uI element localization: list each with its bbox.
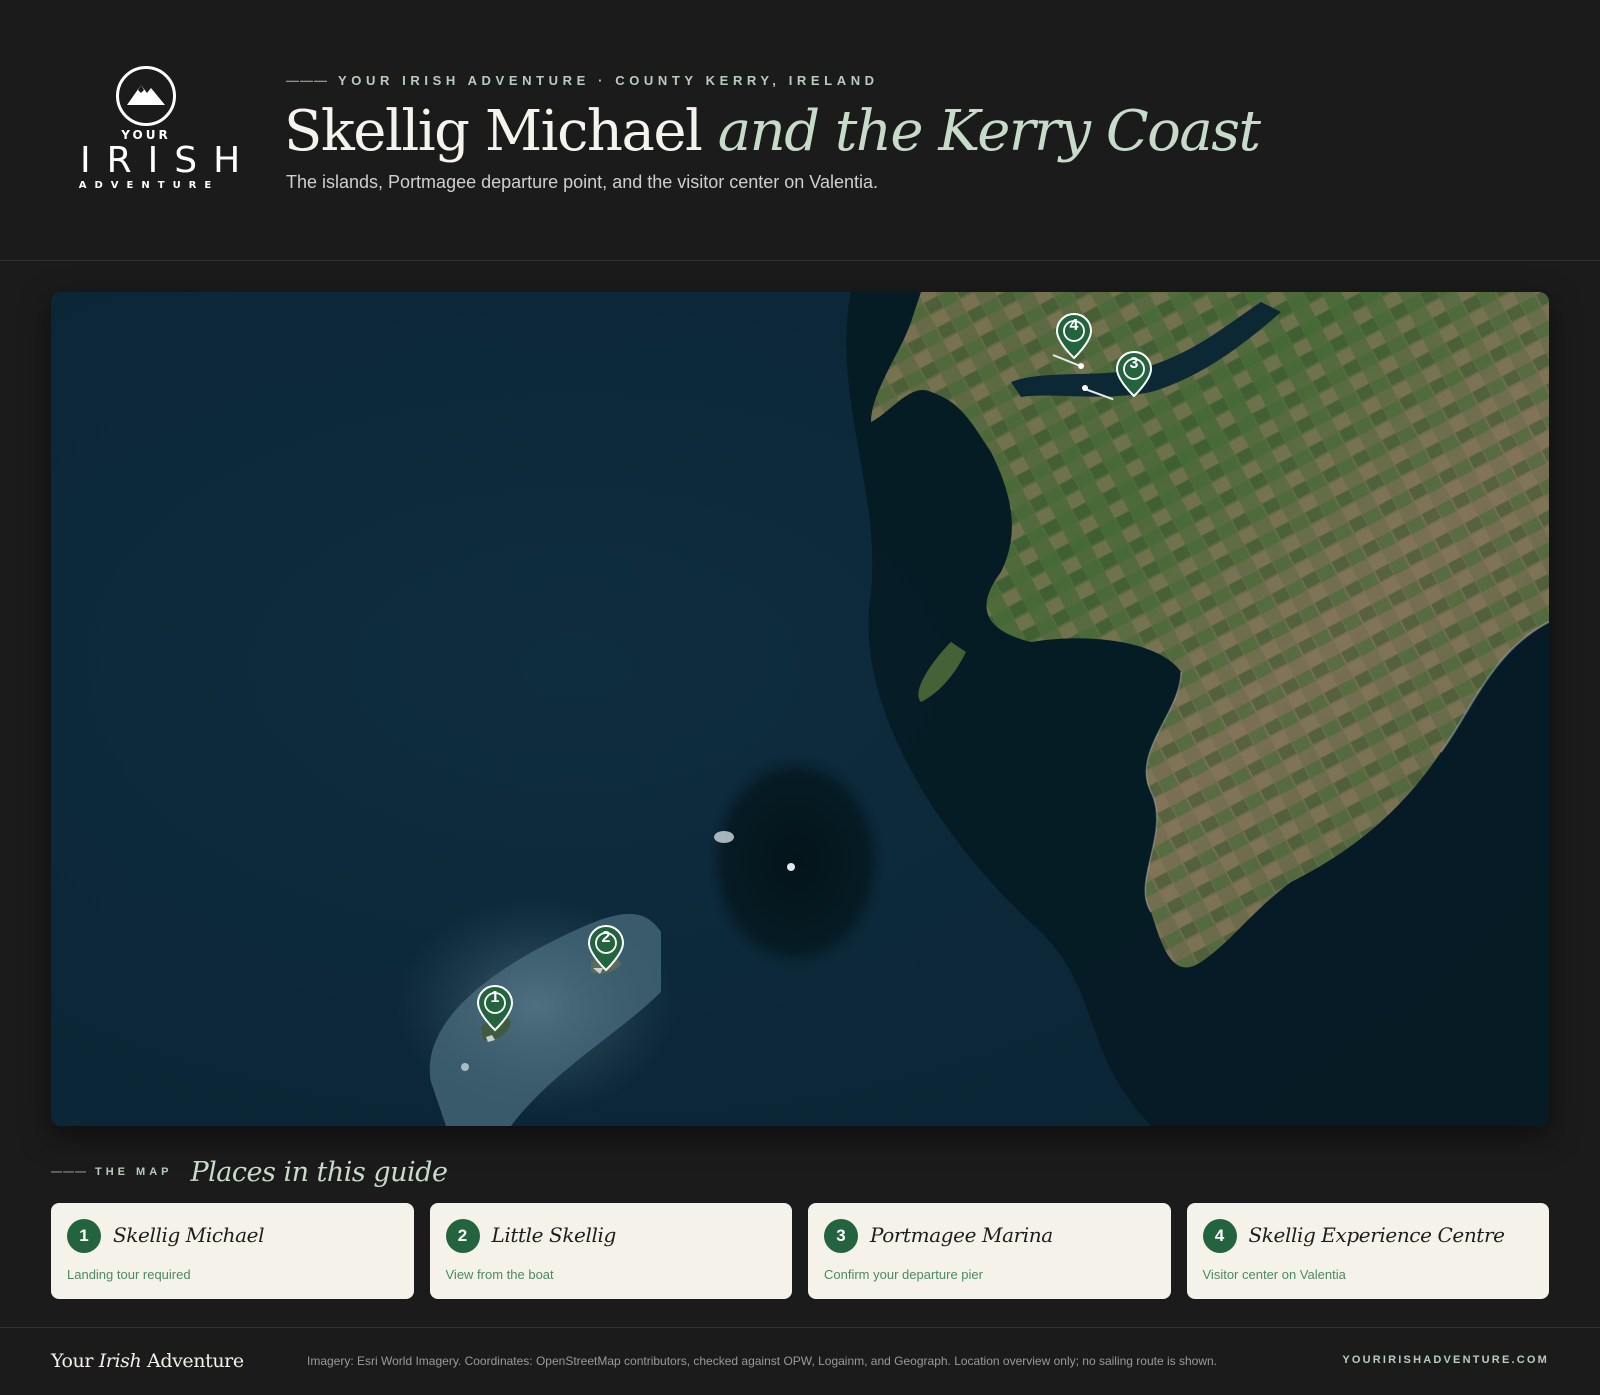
marker-3-point xyxy=(1082,385,1088,391)
place-note: Confirm your departure pier xyxy=(824,1267,983,1282)
title-main: Skellig Michael xyxy=(284,99,703,164)
imagery-credit: Imagery: Esri World Imagery. Coordinates… xyxy=(307,1354,1218,1368)
map-marker-3[interactable]: 3 xyxy=(1114,350,1154,400)
place-card-1[interactable]: 1 Skellig Michael Landing tour required xyxy=(51,1203,414,1299)
footer-brand-post: Adventure xyxy=(147,1350,244,1372)
place-number-badge: 1 xyxy=(67,1219,101,1253)
satellite-map[interactable]: 1 2 3 4 xyxy=(51,292,1549,1126)
place-card-4[interactable]: 4 Skellig Experience Centre Visitor cent… xyxy=(1186,1203,1549,1299)
footer-brand-pre: Your xyxy=(51,1350,94,1372)
places-kicker-text: THE MAP xyxy=(95,1166,173,1178)
places-kicker: ——— THE MAP xyxy=(51,1166,173,1178)
site-url-link[interactable]: YOURIRISHADVENTURE.COM xyxy=(1342,1354,1549,1366)
footer-brand[interactable]: Your Irish Adventure xyxy=(51,1350,244,1372)
logo-irish-text: IRISH xyxy=(80,140,257,181)
map-marker-number: 3 xyxy=(1129,355,1139,372)
map-marker-number: 2 xyxy=(601,929,611,946)
footer-brand-italic: Irish xyxy=(98,1350,142,1372)
place-card-3[interactable]: 3 Portmagee Marina Confirm your departur… xyxy=(808,1203,1171,1299)
header-kicker: ——— YOUR IRISH ADVENTURE · COUNTY KERRY, … xyxy=(286,73,879,88)
map-marker-2[interactable]: 2 xyxy=(586,924,626,974)
map-marker-1[interactable]: 1 xyxy=(475,984,515,1034)
footer: Your Irish Adventure Imagery: Esri World… xyxy=(0,1327,1600,1395)
place-note: Visitor center on Valentia xyxy=(1202,1267,1346,1282)
page-subtitle: The islands, Portmagee departure point, … xyxy=(286,172,879,192)
places-title: Places in this guide xyxy=(190,1156,448,1188)
place-name: Skellig Michael xyxy=(113,1223,265,1247)
place-name: Portmagee Marina xyxy=(870,1223,1053,1247)
place-name: Little Skellig xyxy=(491,1223,617,1247)
map-marker-number: 4 xyxy=(1069,317,1079,334)
logo[interactable]: YOUR IRISH ADVENTURE xyxy=(66,66,257,196)
mountain-icon xyxy=(116,66,176,126)
header: YOUR IRISH ADVENTURE ——— YOUR IRISH ADVEN… xyxy=(0,0,1600,261)
places-heading: ——— THE MAP Places in this guide xyxy=(51,1152,448,1192)
page-title: Skellig Michael and the Kerry Coast xyxy=(284,96,1261,168)
place-card-2[interactable]: 2 Little Skellig View from the boat xyxy=(429,1203,792,1299)
map-marker-number: 1 xyxy=(490,989,500,1006)
place-number-badge: 3 xyxy=(824,1219,858,1253)
header-kicker-text: YOUR IRISH ADVENTURE · COUNTY KERRY, IRE… xyxy=(338,73,879,88)
title-italic: and the Kerry Coast xyxy=(717,99,1261,164)
places-list: 1 Skellig Michael Landing tour required … xyxy=(51,1203,1549,1299)
place-name: Skellig Experience Centre xyxy=(1248,1223,1505,1247)
map-imagery xyxy=(51,292,1549,1126)
place-note: View from the boat xyxy=(445,1267,554,1282)
place-number-badge: 2 xyxy=(445,1219,480,1253)
map-marker-4[interactable]: 4 xyxy=(1054,312,1094,362)
place-note: Landing tour required xyxy=(67,1267,191,1282)
place-number-badge: 4 xyxy=(1202,1219,1237,1253)
marker-4-point xyxy=(1078,363,1084,369)
logo-adventure-text: ADVENTURE xyxy=(78,180,220,191)
